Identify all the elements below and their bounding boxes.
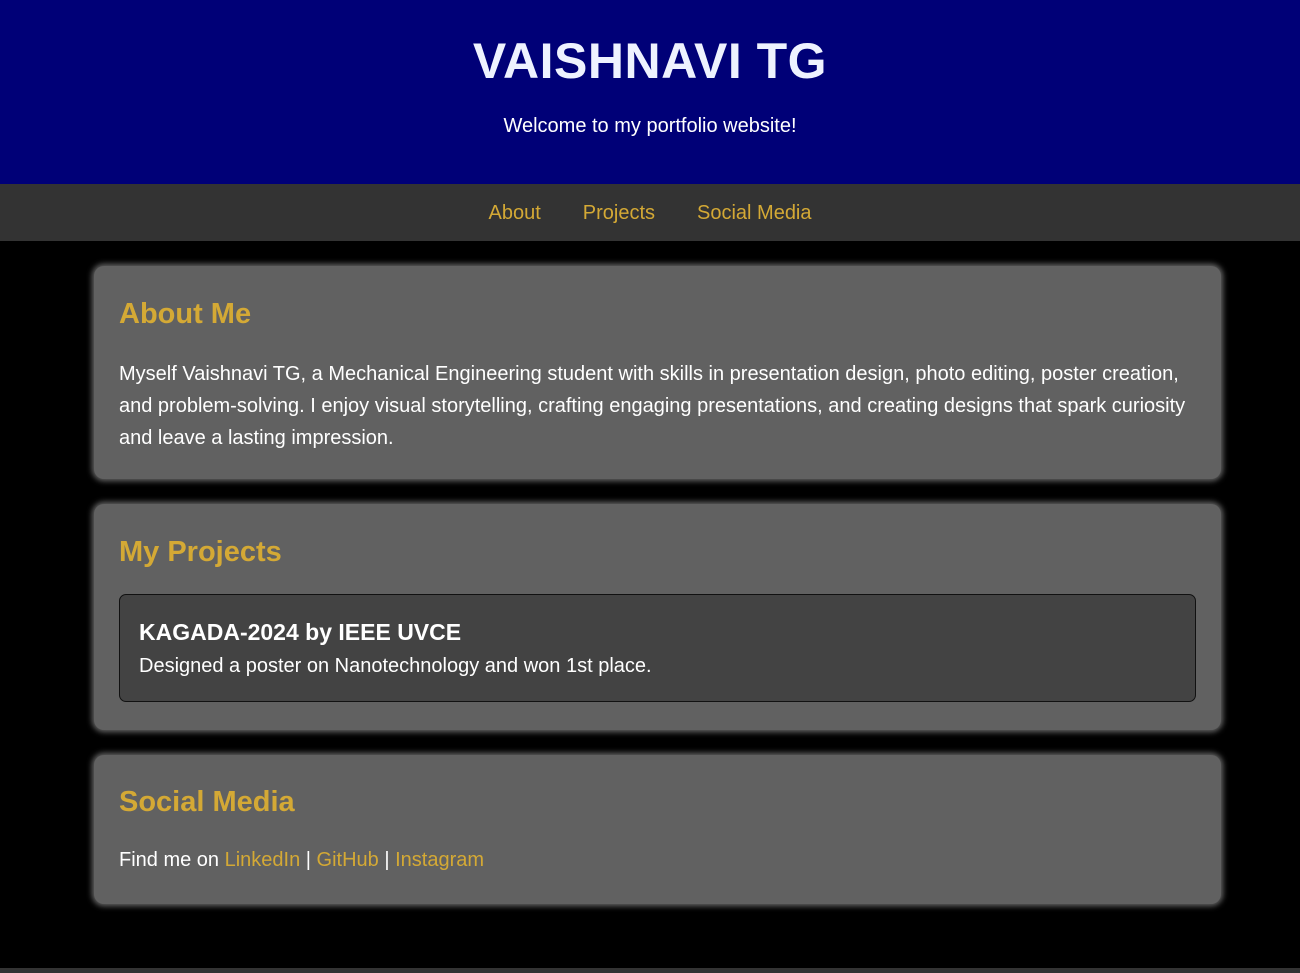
social-separator: |	[300, 849, 317, 871]
social-prefix: Find me on	[119, 849, 225, 871]
nav-link-projects[interactable]: Projects	[583, 201, 655, 225]
nav-link-about[interactable]: About	[488, 201, 540, 225]
instagram-link[interactable]: Instagram	[395, 849, 484, 871]
social-separator: |	[378, 849, 396, 871]
projects-section: My Projects KAGADA-2024 by IEEE UVCE Des…	[94, 504, 1221, 730]
site-subtitle: Welcome to my portfolio website!	[503, 115, 797, 137]
about-section: About Me Myself Vaishnavi TG, a Mechanic…	[94, 266, 1221, 479]
project-title: KAGADA-2024 by IEEE UVCE	[139, 619, 462, 645]
social-section: Social Media Find me on LinkedIn | GitHu…	[94, 755, 1221, 904]
nav-link-social-media[interactable]: Social Media	[697, 201, 812, 225]
project-card: KAGADA-2024 by IEEE UVCE Designed a post…	[119, 594, 1196, 702]
site-title: VAISHNAVI TG	[472, 33, 828, 89]
about-heading: About Me	[119, 298, 252, 330]
social-links-line: Find me on LinkedIn | GitHub | Instagram	[119, 848, 1196, 872]
about-text: Myself Vaishnavi TG, a Mechanical Engine…	[119, 363, 1186, 449]
github-link[interactable]: GitHub	[317, 849, 379, 871]
linkedin-link[interactable]: LinkedIn	[225, 849, 301, 871]
social-heading: Social Media	[119, 786, 295, 818]
main-nav: About Projects Social Media	[0, 184, 1300, 241]
site-header: VAISHNAVI TG Welcome to my portfolio web…	[0, 0, 1300, 184]
footer-divider	[0, 968, 1300, 973]
projects-heading: My Projects	[119, 536, 282, 568]
project-description: Designed a poster on Nanotechnology and …	[139, 655, 652, 677]
